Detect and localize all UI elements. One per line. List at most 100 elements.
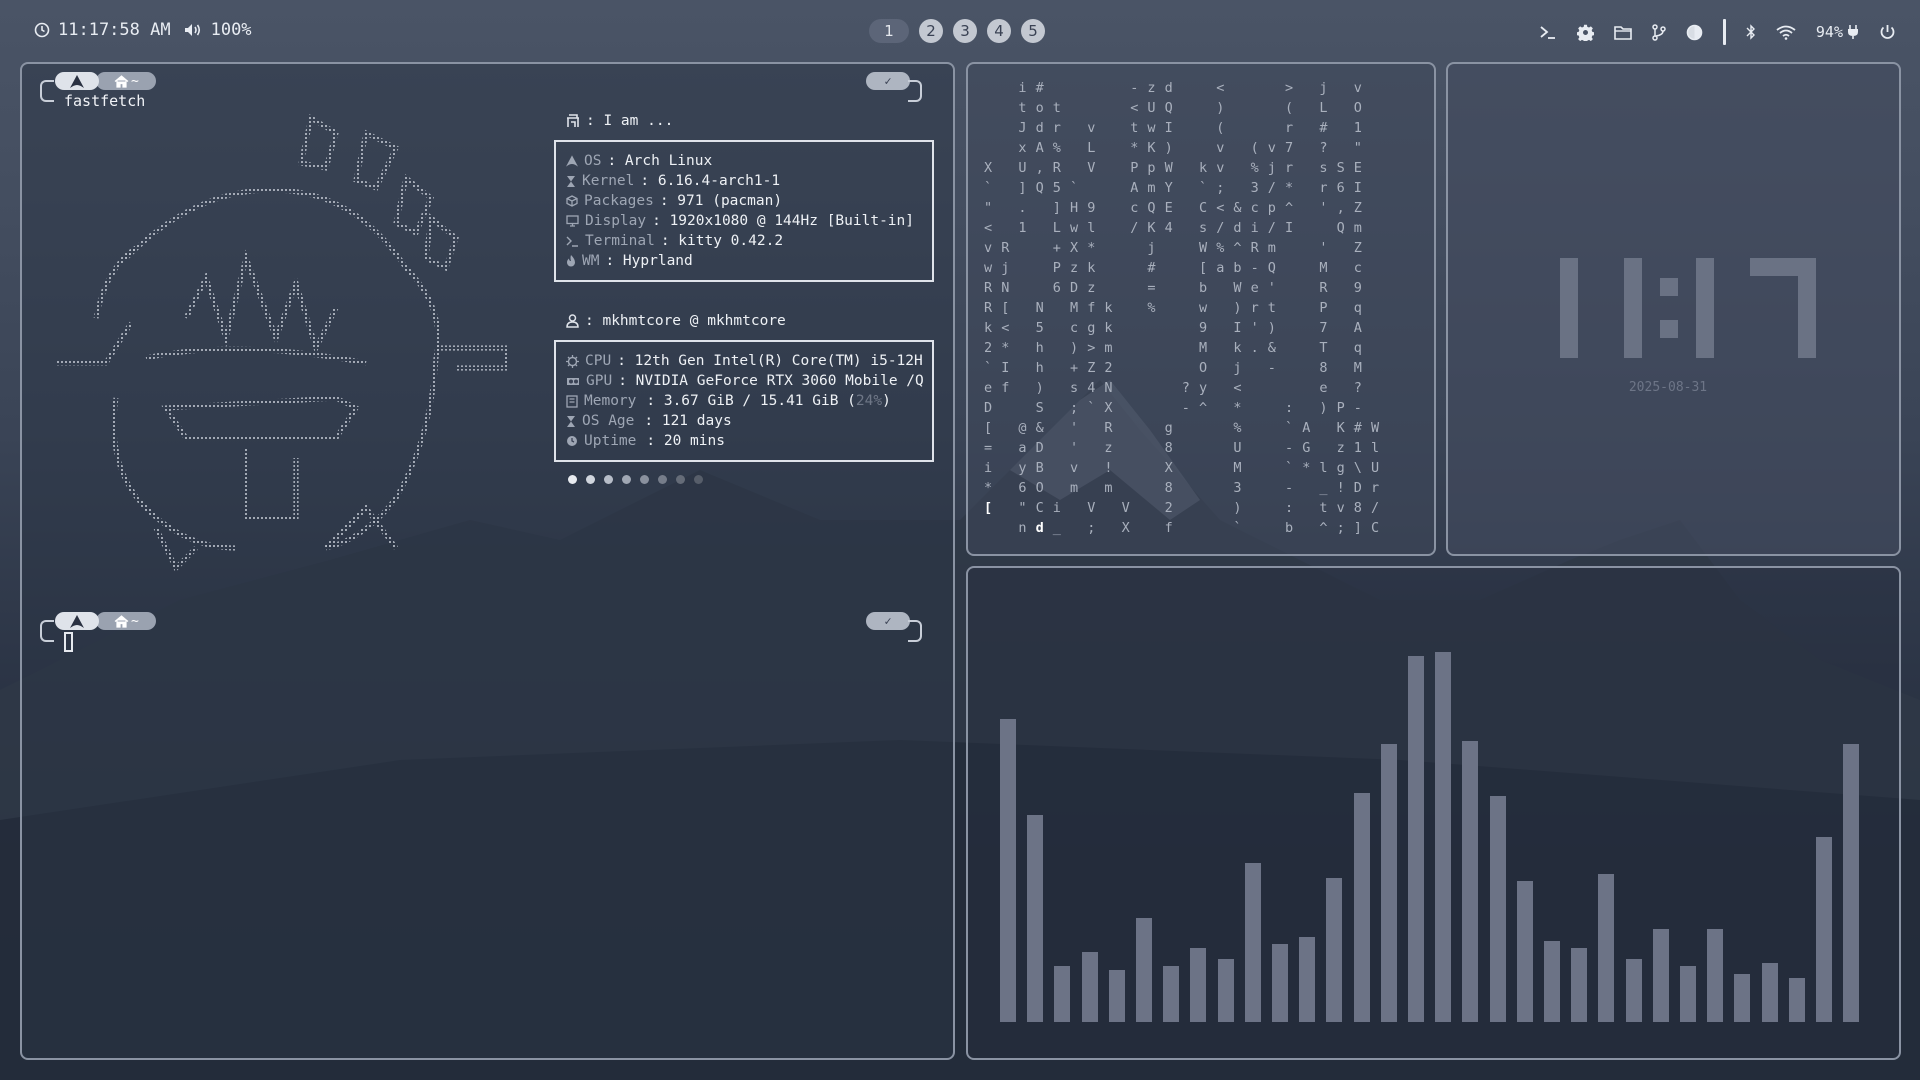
clock-time[interactable]: 11:17:58 AM: [58, 20, 171, 40]
matrix-char: z: [1104, 440, 1113, 456]
matrix-char: 2: [1104, 360, 1113, 376]
matrix-char: N: [1001, 280, 1010, 296]
text-cursor[interactable]: [64, 632, 73, 652]
ff-memory-percent: 24%: [855, 393, 883, 409]
matrix-char: P: [1130, 160, 1139, 176]
matrix-char: w: [1147, 120, 1156, 136]
matrix-char: s: [1199, 220, 1208, 236]
visualizer-bar: [1108, 970, 1125, 1022]
gear-icon[interactable]: [1576, 24, 1594, 41]
matrix-char: A: [1302, 420, 1311, 436]
matrix-char: M: [1353, 360, 1362, 376]
matrix-char: /: [1267, 220, 1276, 236]
matrix-char: [: [984, 420, 993, 436]
matrix-char: .: [1018, 200, 1027, 216]
matrix-char: b: [1233, 260, 1242, 276]
matrix-char: d: [1035, 120, 1044, 136]
ff-terminal-value: : kitty 0.42.2: [660, 233, 784, 249]
prompt-arch-pill: [55, 72, 99, 90]
matrix-char: m: [1147, 180, 1156, 196]
folder-icon[interactable]: [1614, 25, 1632, 40]
power-icon[interactable]: [1879, 24, 1896, 41]
battery-status[interactable]: 94%: [1816, 23, 1859, 41]
matrix-char: ': [1319, 200, 1328, 216]
matrix-char: l: [1319, 460, 1328, 476]
matrix-char: Q: [1267, 260, 1276, 276]
matrix-char: X: [1070, 240, 1079, 256]
hourglass-icon: [567, 175, 575, 187]
visualizer-bar: [1299, 937, 1316, 1022]
matrix-char: G: [1302, 440, 1311, 456]
matrix-char: c: [1353, 260, 1362, 276]
workspace-2-button[interactable]: 2: [919, 19, 943, 43]
building-icon: [567, 114, 579, 127]
matrix-char: b: [1199, 280, 1208, 296]
hourglass-icon: [567, 415, 575, 427]
matrix-char: %: [1216, 240, 1225, 256]
visualizer-bar: [1843, 744, 1860, 1022]
palette-dot: [658, 475, 667, 484]
terminal-icon[interactable]: [1539, 24, 1557, 40]
matrix-char: <: [1233, 380, 1242, 396]
matrix-char: n: [1018, 520, 1027, 536]
matrix-char: ': [1070, 420, 1079, 436]
matrix-char: M: [1319, 260, 1328, 276]
matrix-char: ': [1267, 280, 1276, 296]
matrix-char: L: [1052, 220, 1061, 236]
matrix-char: r: [1319, 180, 1328, 196]
workspace-4-button[interactable]: 4: [987, 19, 1011, 43]
matrix-char: ): [1267, 320, 1276, 336]
matrix-char: E: [1353, 160, 1362, 176]
matrix-char: /: [1130, 220, 1139, 236]
visualizer-bar: [1625, 959, 1642, 1022]
workspace-3-button[interactable]: 3: [953, 19, 977, 43]
ff-osage-value: : 121 days: [644, 413, 732, 429]
workspace-5-button[interactable]: 5: [1021, 19, 1045, 43]
matrix-char: ]: [1018, 180, 1027, 196]
matrix-char: -: [1181, 400, 1190, 416]
volume-level[interactable]: 100%: [211, 20, 252, 40]
matrix-char: ^: [1233, 240, 1242, 256]
matrix-char: U: [1147, 100, 1156, 116]
matrix-char: 9: [1353, 280, 1362, 296]
half-circle-icon[interactable]: [1686, 24, 1703, 41]
matrix-char: A: [1130, 180, 1139, 196]
ff-terminal-label: Terminal: [585, 233, 655, 249]
workspace-1-button[interactable]: 1: [869, 19, 909, 43]
matrix-char: <: [984, 220, 993, 236]
matrix-char: 6: [1052, 280, 1061, 296]
visualizer-bar: [1707, 929, 1724, 1022]
matrix-char: %: [1233, 420, 1242, 436]
matrix-char: r: [1285, 120, 1294, 136]
top-bar-left: 11:17:58 AM 100%: [34, 20, 252, 40]
matrix-char: :: [1285, 500, 1294, 516]
matrix-char: ): [1319, 400, 1328, 416]
ff-osage-row: OS Age : 121 days: [566, 411, 732, 431]
ascii-art-logo: [56, 114, 509, 573]
bluetooth-icon[interactable]: [1746, 24, 1756, 40]
matrix-char: o: [1035, 100, 1044, 116]
matrix-char: -: [1285, 480, 1294, 496]
matrix-char: v: [1216, 160, 1225, 176]
matrix-char: C: [1199, 200, 1208, 216]
matrix-char: <: [1130, 100, 1139, 116]
matrix-char: l: [1371, 440, 1380, 456]
matrix-char: =: [1147, 280, 1156, 296]
git-branch-icon[interactable]: [1652, 23, 1666, 41]
matrix-char: A: [1353, 320, 1362, 336]
matrix-char: V: [1087, 160, 1096, 176]
matrix-char: R: [1052, 160, 1061, 176]
ff-cpu-label: CPU: [585, 353, 612, 369]
ff-header2-text: : mkhmtcore @ mkhmtcore: [585, 313, 786, 329]
matrix-char: y: [1018, 460, 1027, 476]
matrix-char: v: [1070, 460, 1079, 476]
matrix-char: &: [1035, 420, 1044, 436]
matrix-char: !: [1336, 480, 1345, 496]
matrix-char: v: [1267, 140, 1276, 156]
volume-icon[interactable]: [183, 22, 203, 38]
matrix-char: !: [1104, 460, 1113, 476]
matrix-char: ]: [1052, 200, 1061, 216]
ff-packages-label: Packages: [584, 193, 654, 209]
wifi-icon[interactable]: [1776, 25, 1796, 40]
matrix-char: l: [1087, 220, 1096, 236]
